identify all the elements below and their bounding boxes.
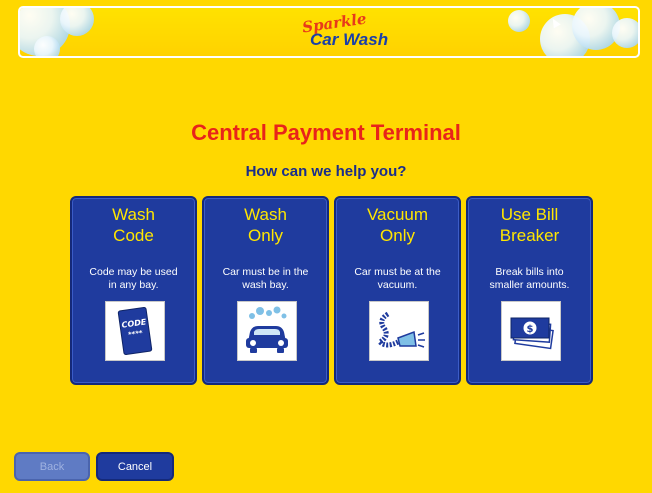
option-title: Wash Code	[112, 205, 155, 245]
option-description: Car must be in the wash bay.	[222, 266, 309, 291]
option-title: Use Bill Breaker	[499, 205, 560, 245]
code-card-icon: CODE ****	[105, 301, 165, 361]
bubble-decoration	[508, 10, 530, 32]
bubble-decoration	[34, 36, 60, 56]
car-wash-icon	[237, 301, 297, 361]
option-bill-breaker-button[interactable]: Use Bill Breaker Break bills into smalle…	[466, 196, 593, 385]
bubble-decoration	[60, 8, 94, 36]
option-description: Code may be used in any bay.	[89, 266, 178, 291]
logo-name: Car Wash	[310, 30, 389, 49]
page-subtitle: How can we help you?	[245, 163, 407, 180]
option-description: Car must be at the vacuum.	[354, 266, 441, 291]
header-banner: Sparkle Car Wash	[18, 6, 640, 58]
bubble-decoration	[612, 18, 638, 48]
sparkle-car-wash-logo: Sparkle Car Wash	[290, 10, 400, 54]
cancel-button[interactable]: Cancel	[96, 452, 174, 481]
back-button[interactable]: Back	[14, 452, 90, 481]
page-title: Central Payment Terminal	[191, 120, 461, 145]
option-wash-code-button[interactable]: Wash Code Code may be used in any bay. C…	[70, 196, 197, 385]
option-description: Break bills into smaller amounts.	[489, 266, 570, 291]
option-vacuum-only-button[interactable]: Vacuum Only Car must be at the vacuum.	[334, 196, 461, 385]
money-bills-icon: $	[501, 301, 561, 361]
option-title: Wash Only	[244, 205, 287, 245]
svg-text:$: $	[527, 324, 534, 335]
option-title: Vacuum Only	[366, 205, 429, 245]
vacuum-hose-icon	[369, 301, 429, 361]
option-wash-only-button[interactable]: Wash Only Car must be in the wash bay.	[202, 196, 329, 385]
